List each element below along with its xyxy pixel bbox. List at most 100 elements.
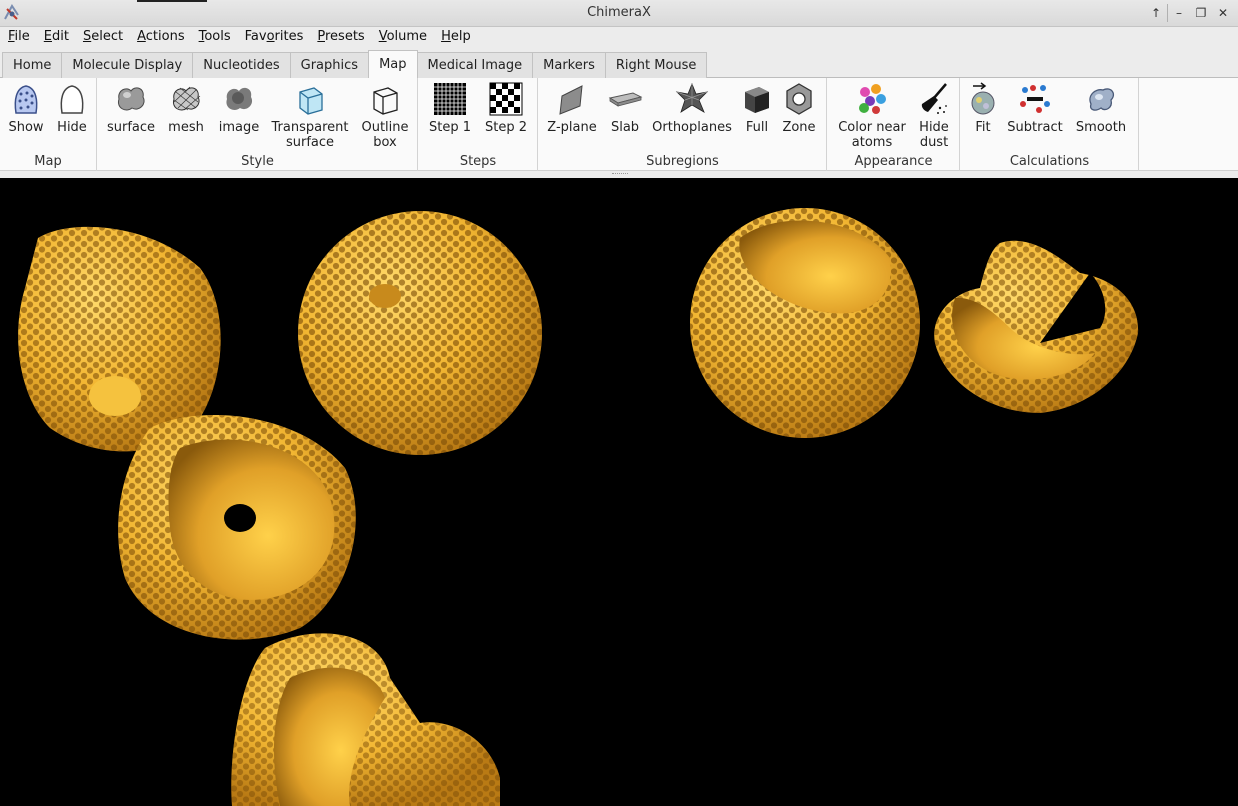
menu-favorites[interactable]: Favorites [238, 27, 311, 49]
transparent-label-2: surface [285, 135, 335, 150]
tab-right-mouse[interactable]: Right Mouse [604, 52, 708, 78]
menu-file[interactable]: File [1, 27, 37, 49]
menu-bar: File Edit Select Actions Tools Favorites… [0, 27, 1238, 49]
style-mesh-button[interactable]: mesh [162, 82, 210, 135]
orthoplanes-label: Orthoplanes [652, 120, 732, 135]
menu-tools[interactable]: Tools [192, 27, 238, 49]
map-shell-4[interactable] [231, 633, 501, 806]
tab-graphics[interactable]: Graphics [289, 52, 370, 78]
menu-help[interactable]: Help [434, 27, 478, 49]
menu-presets[interactable]: Presets [310, 27, 371, 49]
slab-icon [607, 82, 643, 116]
tab-home[interactable]: Home [2, 52, 63, 78]
mesh-label: mesh [168, 120, 204, 135]
menu-edit[interactable]: Edit [37, 27, 76, 49]
menu-select[interactable]: Select [76, 27, 130, 49]
subtract-button[interactable]: Subtract [1007, 82, 1063, 135]
menu-actions[interactable]: Actions [130, 27, 192, 49]
style-surface-button[interactable]: surface [106, 82, 156, 135]
show-map-icon [8, 82, 44, 116]
group-label-map: Map [34, 154, 62, 169]
slab-button[interactable]: Slab [605, 82, 645, 135]
zone-icon [781, 82, 817, 116]
tab-medical-image[interactable]: Medical Image [416, 52, 534, 78]
tab-hint-bar [137, 0, 207, 2]
outline-label-1: Outline [361, 120, 409, 135]
fit-button[interactable]: Fit [965, 82, 1001, 135]
group-calculations: Fit Subtract Smooth Calculations [961, 78, 1139, 171]
surface-blob-icon [113, 82, 149, 116]
z-plane-label: Z-plane [547, 120, 597, 135]
map-toolbar: Show Hide Map surface mesh image Transpa… [0, 78, 1238, 171]
step-2-button[interactable]: Step 2 [481, 82, 531, 135]
minimize-icon[interactable]: – [1168, 4, 1190, 22]
show-map-button[interactable]: Show [4, 82, 48, 135]
group-appearance: Color near atoms Hide dust Appearance [828, 78, 960, 171]
fit-label: Fit [975, 120, 991, 135]
group-label-calculations: Calculations [1009, 154, 1090, 169]
toolbar-tabs: Home Molecule Display Nucleotides Graphi… [0, 50, 1238, 78]
hide-label: Hide [57, 120, 87, 135]
step-1-button[interactable]: Step 1 [425, 82, 475, 135]
group-label-style: Style [241, 154, 274, 169]
keep-above-icon[interactable]: ↑ [1145, 4, 1167, 22]
fit-map-icon [965, 82, 1001, 116]
zone-label: Zone [782, 120, 816, 135]
panel-splitter[interactable] [0, 171, 1238, 178]
map-render [18, 208, 1139, 806]
group-style: surface mesh image Transparent surface O… [98, 78, 418, 171]
maximize-icon[interactable]: ❐ [1190, 4, 1212, 22]
tab-nucleotides[interactable]: Nucleotides [192, 52, 291, 78]
close-icon[interactable]: ✕ [1212, 4, 1234, 22]
color-near-atoms-button[interactable]: Color near atoms [834, 82, 910, 150]
group-label-appearance: Appearance [854, 154, 933, 169]
map-shell-2[interactable] [298, 211, 542, 455]
mesh-blob-icon [168, 82, 204, 116]
full-cube-icon [739, 82, 775, 116]
smooth-button[interactable]: Smooth [1071, 82, 1131, 135]
graphics-window[interactable] [0, 178, 1238, 806]
color-near-label-2: atoms [851, 135, 893, 150]
outline-label-2: box [373, 135, 397, 150]
window-controls: ↑ – ❐ ✕ [1145, 4, 1234, 22]
group-label-steps: Steps [459, 154, 497, 169]
show-label: Show [8, 120, 44, 135]
hide-map-button[interactable]: Hide [50, 82, 94, 135]
hide-dust-label-1: Hide [919, 120, 949, 135]
color-near-label-1: Color near [838, 120, 906, 135]
step-1-grid-icon [432, 82, 468, 116]
smooth-label: Smooth [1075, 120, 1127, 135]
z-plane-icon [554, 82, 590, 116]
transparent-cube-icon [292, 82, 328, 116]
orthoplanes-button[interactable]: Orthoplanes [649, 82, 735, 135]
zone-button[interactable]: Zone [779, 82, 819, 135]
image-blob-icon [221, 82, 257, 116]
orthoplanes-icon [674, 82, 710, 116]
tab-map[interactable]: Map [368, 50, 418, 78]
full-label: Full [745, 120, 769, 135]
group-subregions: Z-plane Slab Orthoplanes Full Zone Subre… [539, 78, 827, 171]
full-region-button[interactable]: Full [739, 82, 775, 135]
style-outline-box-button[interactable]: Outline box [358, 82, 412, 150]
broom-icon [916, 82, 952, 116]
menu-volume[interactable]: Volume [372, 27, 434, 49]
smooth-map-icon [1083, 82, 1119, 116]
step-2-label: Step 2 [484, 120, 527, 135]
map-shell-5[interactable] [690, 208, 920, 438]
splitter-grip[interactable] [612, 173, 628, 175]
slab-label: Slab [610, 120, 640, 135]
style-transparent-surface-button[interactable]: Transparent surface [268, 82, 352, 150]
outline-box-icon [367, 82, 403, 116]
group-steps: Step 1 Step 2 Steps [419, 78, 538, 171]
hide-dust-button[interactable]: Hide dust [914, 82, 954, 150]
group-label-subregions: Subregions [646, 154, 719, 169]
map-shell-3[interactable] [118, 415, 356, 640]
style-image-button[interactable]: image [214, 82, 264, 135]
hide-dust-label-2: dust [919, 135, 949, 150]
z-plane-button[interactable]: Z-plane [545, 82, 599, 135]
tab-molecule-display[interactable]: Molecule Display [61, 52, 194, 78]
group-map: Show Hide Map [0, 78, 97, 171]
tab-markers[interactable]: Markers [532, 52, 606, 78]
map-shell-6[interactable] [934, 240, 1139, 413]
surface-label: surface [106, 120, 156, 135]
